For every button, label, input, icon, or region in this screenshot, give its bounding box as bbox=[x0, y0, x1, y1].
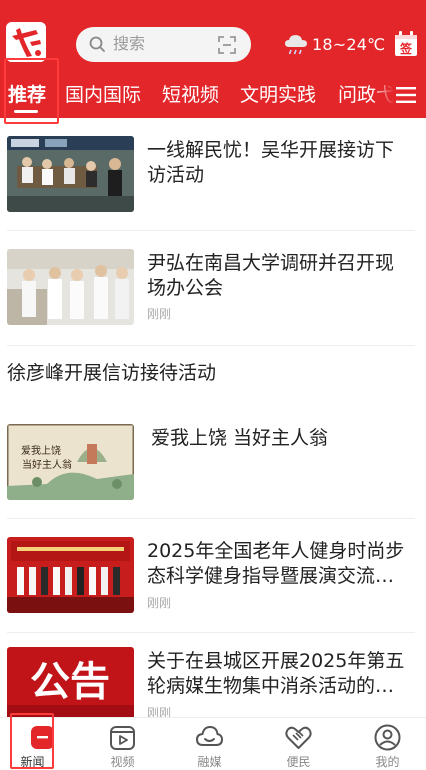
news-item[interactable]: 徐彦峰开展信访接待活动 bbox=[0, 346, 426, 406]
news-item[interactable]: 公告 关于在县城区开展2025年第五轮病媒生物集中消杀活动的… 刚刚 bbox=[0, 633, 426, 718]
tab-civilization-practice[interactable]: 文明实践 bbox=[240, 82, 316, 108]
news-thumbnail: 爱我上饶 当好主人翁 bbox=[7, 424, 134, 500]
nav-label: 新闻 bbox=[20, 755, 45, 769]
rain-cloud-icon bbox=[285, 35, 307, 55]
notice-banner: 公告 bbox=[7, 647, 134, 718]
news-title[interactable]: 爱我上饶 当好主人翁 bbox=[151, 426, 415, 451]
news-time: 刚刚 bbox=[147, 596, 172, 610]
search-bar[interactable]: 搜索 bbox=[76, 27, 251, 62]
top-bar: 搜索 18~24℃ 签 推荐 国内国际 短视频 文明实践 问政弋 bbox=[0, 0, 426, 118]
tab-recommend[interactable]: 推荐 bbox=[8, 82, 46, 108]
app-logo[interactable] bbox=[6, 22, 46, 62]
lab-visit-photo bbox=[7, 249, 134, 325]
sign-in-calendar-icon[interactable]: 签 bbox=[393, 30, 419, 58]
nav-media[interactable]: 融媒 bbox=[167, 718, 252, 770]
news-title[interactable]: 徐彦峰开展信访接待活动 bbox=[7, 361, 216, 386]
yichuan-logo-icon bbox=[6, 22, 46, 62]
tab-domestic-international[interactable]: 国内国际 bbox=[65, 82, 141, 108]
news-title[interactable]: 尹弘在南昌大学调研并召开现场办公会 bbox=[147, 251, 411, 301]
news-thumbnail: 公告 bbox=[7, 647, 134, 718]
news-item[interactable]: 爱我上饶 当好主人翁 爱我上饶 当好主人翁 bbox=[0, 406, 426, 519]
notice-banner-text: 公告 bbox=[30, 659, 110, 705]
temperature-label: 18~24℃ bbox=[312, 35, 386, 54]
news-thumbnail bbox=[7, 136, 134, 212]
news-time: 刚刚 bbox=[147, 307, 172, 321]
nav-video[interactable]: 视频 bbox=[80, 718, 165, 770]
scan-icon[interactable] bbox=[217, 35, 237, 55]
tab-short-video[interactable]: 短视频 bbox=[162, 82, 219, 108]
news-item[interactable]: 2025年全国老年人健身时尚步态科学健身指导暨展演交流… 刚刚 bbox=[0, 519, 426, 633]
sign-label: 签 bbox=[399, 41, 413, 56]
nav-label: 便民 bbox=[286, 755, 311, 769]
meeting-photo bbox=[7, 136, 134, 212]
news-title[interactable]: 一线解民忧！吴华开展接访下访活动 bbox=[147, 138, 411, 188]
nav-label: 我的 bbox=[375, 755, 400, 769]
search-placeholder: 搜索 bbox=[113, 34, 146, 53]
category-tabs: 推荐 国内国际 短视频 文明实践 问政弋 bbox=[0, 78, 426, 114]
poster-text-2: 当好主人翁 bbox=[22, 458, 72, 471]
nav-label: 视频 bbox=[110, 755, 135, 769]
news-item[interactable]: 尹弘在南昌大学调研并召开现场办公会 刚刚 bbox=[0, 231, 426, 346]
search-icon bbox=[89, 36, 105, 52]
active-tab-indicator bbox=[14, 110, 38, 113]
nav-label: 融媒 bbox=[197, 755, 222, 769]
user-profile-icon bbox=[374, 724, 401, 751]
poster-art: 爱我上饶 当好主人翁 bbox=[7, 424, 134, 500]
news-item[interactable]: 一线解民忧！吴华开展接访下访活动 bbox=[0, 118, 426, 231]
news-thumbnail bbox=[7, 537, 134, 613]
hamburger-menu-icon[interactable] bbox=[396, 86, 416, 104]
bottom-navigation: 新闻 视频 融媒 便民 我的 bbox=[0, 717, 426, 770]
handshake-heart-icon bbox=[285, 726, 312, 749]
news-icon bbox=[31, 726, 54, 749]
poster-text-1: 爱我上饶 bbox=[21, 444, 61, 457]
news-title[interactable]: 关于在县城区开展2025年第五轮病媒生物集中消杀活动的… bbox=[147, 649, 411, 699]
news-feed: 一线解民忧！吴华开展接访下访活动 尹弘在南昌大学调研并召开现场办公会 刚刚 徐彦… bbox=[0, 118, 426, 718]
news-thumbnail bbox=[7, 249, 134, 325]
stage-event-photo bbox=[7, 537, 134, 613]
video-icon bbox=[110, 726, 135, 750]
nav-news[interactable]: 新闻 bbox=[0, 718, 85, 770]
cloud-icon bbox=[195, 725, 224, 746]
nav-mine[interactable]: 我的 bbox=[345, 718, 426, 770]
nav-convenience[interactable]: 便民 bbox=[256, 718, 341, 770]
news-title[interactable]: 2025年全国老年人健身时尚步态科学健身指导暨展演交流… bbox=[147, 539, 411, 589]
